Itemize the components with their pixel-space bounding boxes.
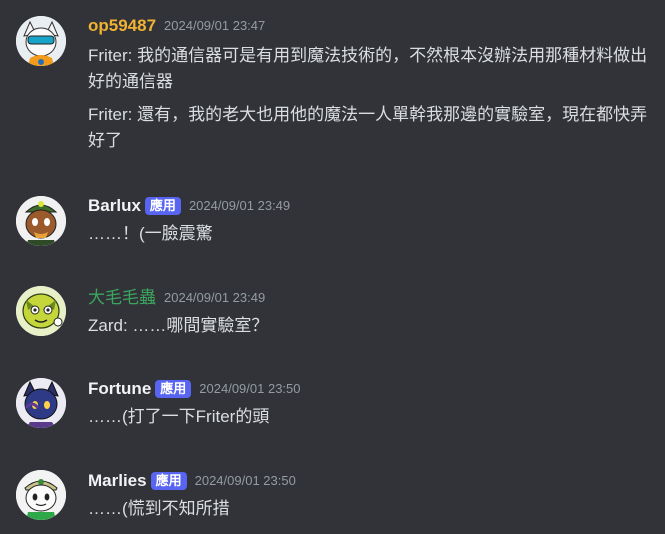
app-badge: 應用 (144, 197, 181, 215)
message-text: ……！(一臉震驚 (88, 224, 213, 243)
timestamp: 2024/09/01 23:50 (199, 381, 301, 396)
character-avatar-icon (16, 16, 66, 66)
avatar[interactable] (16, 286, 66, 336)
message-feed: op59487 2024/09/01 23:47 Friter: 我的通信器可是有… (0, 0, 665, 534)
character-avatar-icon (16, 196, 66, 246)
message-header: Marlies 應用 2024/09/01 23:50 (88, 469, 655, 493)
message-text: Friter: 還有，我的老大也用他的魔法一人單幹我那邊的實驗室，現在都快弄好了 (88, 105, 648, 150)
avatar[interactable] (16, 378, 66, 428)
timestamp: 2024/09/01 23:47 (164, 18, 266, 33)
character-avatar-icon (16, 470, 66, 520)
timestamp: 2024/09/01 23:49 (188, 198, 291, 213)
username[interactable]: Marlies (88, 471, 147, 490)
username[interactable]: Fortune (88, 379, 151, 398)
message-text: ……(打了一下Friter的頭 (88, 407, 270, 426)
character-avatar-icon (16, 286, 66, 336)
message-header: op59487 2024/09/01 23:47 (88, 14, 655, 38)
message-header: 大毛毛蟲 2024/09/01 23:49 (88, 286, 655, 310)
message-header: Fortune 應用 2024/09/01 23:50 (88, 377, 655, 401)
timestamp: 2024/09/01 23:50 (194, 473, 296, 488)
avatar[interactable] (16, 470, 66, 520)
app-badge: 應用 (155, 380, 192, 398)
avatar[interactable] (16, 16, 66, 66)
message-text: ……(慌到不知所措 (88, 499, 230, 518)
message-text: Friter: 我的通信器可是有用到魔法技術的，不然根本沒辦法用那種材料做出好的… (88, 46, 648, 91)
username[interactable]: op59487 (88, 16, 156, 35)
app-badge: 應用 (150, 472, 187, 490)
message-text: Zard: ……哪間實驗室？ (88, 316, 269, 335)
username[interactable]: 大毛毛蟲 (88, 288, 156, 307)
message-header: Barlux 應用 2024/09/01 23:49 (88, 194, 655, 218)
username[interactable]: Barlux (88, 196, 141, 215)
character-avatar-icon (16, 378, 66, 428)
avatar[interactable] (16, 196, 66, 246)
timestamp: 2024/09/01 23:49 (164, 290, 266, 305)
